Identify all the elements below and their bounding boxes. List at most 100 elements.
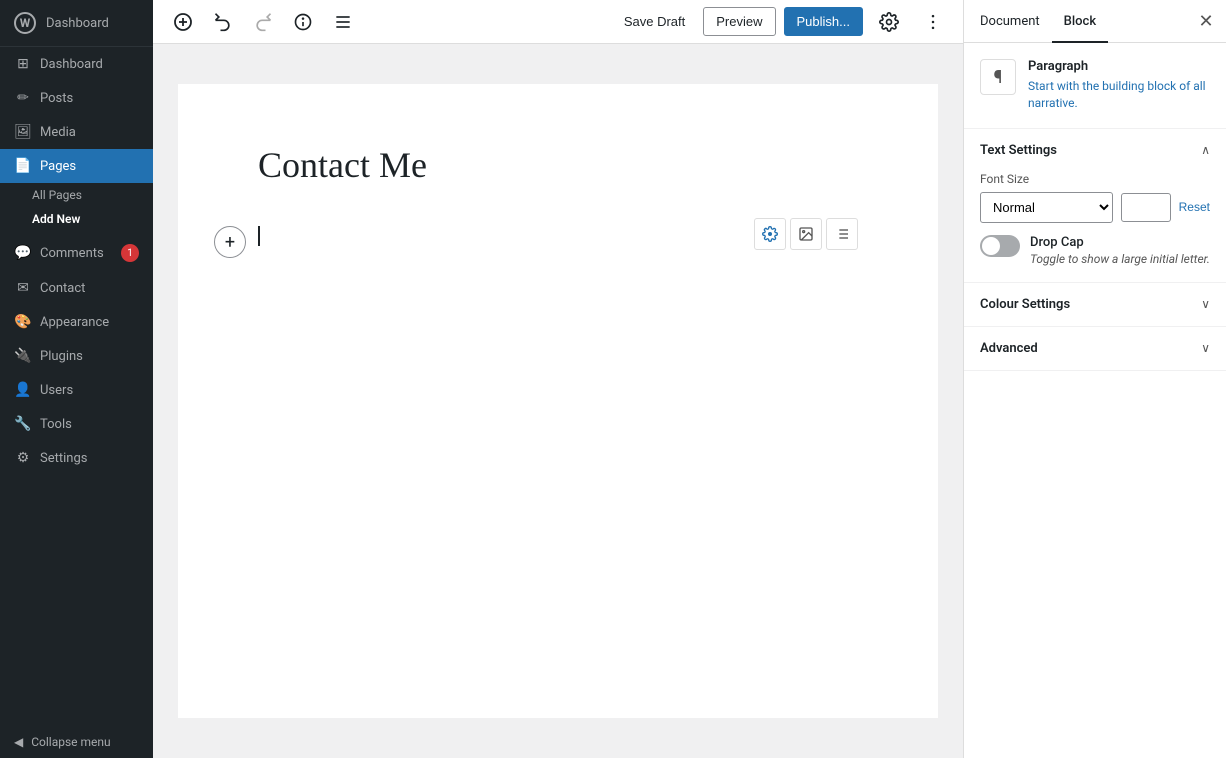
posts-icon: ✏ [14, 90, 32, 106]
sidebar-item-dashboard[interactable]: ⊞ Dashboard [0, 47, 153, 81]
comments-icon: 💬 [14, 245, 32, 261]
main-area: Save Draft Preview Publish... Contact Me… [153, 0, 963, 758]
editor-block-area: + [258, 226, 858, 346]
text-settings-title: Text Settings [980, 143, 1057, 158]
block-description: Start with the building block of all nar… [1028, 78, 1210, 112]
sidebar-item-label: Media [40, 125, 76, 140]
sidebar-item-label: Tools [40, 417, 72, 432]
advanced-header[interactable]: Advanced ∨ [964, 327, 1226, 370]
block-info-text: Paragraph Start with the building block … [1028, 59, 1210, 112]
editor-canvas: Contact Me + [178, 84, 938, 718]
block-name: Paragraph [1028, 59, 1210, 74]
font-size-reset-button[interactable]: Reset [1179, 200, 1210, 214]
wordpress-icon: W [14, 12, 36, 34]
advanced-title: Advanced [980, 341, 1038, 356]
colour-settings-header[interactable]: Colour Settings ∨ [964, 283, 1226, 326]
sidebar: W Dashboard ⊞ Dashboard ✏ Posts 🖼 Media … [0, 0, 153, 758]
tab-document[interactable]: Document [968, 0, 1052, 43]
block-settings-button[interactable] [754, 218, 786, 250]
font-size-custom-input[interactable] [1121, 193, 1171, 222]
editor-toolbar: Save Draft Preview Publish... [153, 0, 963, 44]
sidebar-item-label: Contact [40, 281, 85, 296]
sidebar-item-media[interactable]: 🖼 Media [0, 115, 153, 149]
sidebar-item-posts[interactable]: ✏ Posts [0, 81, 153, 115]
text-settings-body: Font Size Normal Small Medium Large Huge… [964, 172, 1226, 282]
toggle-knob [982, 237, 1000, 255]
text-settings-header[interactable]: Text Settings ∧ [964, 129, 1226, 172]
save-draft-button[interactable]: Save Draft [614, 8, 695, 35]
drop-cap-description: Toggle to show a large initial letter. [1030, 252, 1210, 266]
font-size-label: Font Size [980, 172, 1210, 186]
colour-settings-section: Colour Settings ∨ [964, 283, 1226, 327]
sidebar-item-label: Dashboard [40, 57, 103, 72]
drop-cap-toggle[interactable] [980, 235, 1020, 257]
drop-cap-row: Drop Cap Toggle to show a large initial … [980, 235, 1210, 266]
block-toolbar [754, 218, 858, 250]
block-list-button[interactable] [826, 218, 858, 250]
sidebar-item-label: Posts [40, 91, 73, 106]
sidebar-item-label: Plugins [40, 349, 83, 364]
sidebar-sub-add-new[interactable]: Add New [0, 207, 153, 231]
tab-block[interactable]: Block [1052, 0, 1108, 43]
sidebar-logo[interactable]: W Dashboard [0, 0, 153, 47]
pages-icon: 📄 [14, 158, 32, 174]
font-size-row: Normal Small Medium Large Huge Reset [980, 192, 1210, 223]
add-block-toolbar-button[interactable] [165, 4, 201, 40]
text-settings-section: Text Settings ∧ Font Size Normal Small M… [964, 129, 1226, 283]
sidebar-sub-all-pages[interactable]: All Pages [0, 183, 153, 207]
drop-cap-text: Drop Cap Toggle to show a large initial … [1030, 235, 1210, 266]
settings-icon: ⚙ [14, 450, 32, 466]
sidebar-item-label: Appearance [40, 315, 109, 330]
collapse-label: Collapse menu [31, 735, 110, 749]
settings-toggle-button[interactable] [871, 4, 907, 40]
right-panel: Document Block ✕ ¶ Paragraph Start with … [963, 0, 1226, 758]
panel-tabs: Document Block ✕ [964, 0, 1226, 43]
more-options-button[interactable] [915, 4, 951, 40]
undo-button[interactable] [205, 4, 241, 40]
sidebar-item-pages[interactable]: 📄 Pages [0, 149, 153, 183]
sidebar-logo-label: Dashboard [46, 16, 109, 31]
sidebar-item-label: Settings [40, 451, 87, 466]
sidebar-item-tools[interactable]: 🔧 Tools [0, 407, 153, 441]
comments-badge: 1 [121, 244, 139, 262]
sidebar-item-label: Users [40, 383, 73, 398]
sidebar-item-users[interactable]: 👤 Users [0, 373, 153, 407]
users-icon: 👤 [14, 382, 32, 398]
colour-settings-title: Colour Settings [980, 297, 1070, 312]
sidebar-item-plugins[interactable]: 🔌 Plugins [0, 339, 153, 373]
add-block-inline-button[interactable]: + [214, 226, 246, 258]
paragraph-icon: ¶ [980, 59, 1016, 95]
panel-close-button[interactable]: ✕ [1190, 5, 1222, 37]
font-size-select[interactable]: Normal Small Medium Large Huge [980, 192, 1113, 223]
block-image-button[interactable] [790, 218, 822, 250]
editor-area[interactable]: Contact Me + [153, 44, 963, 758]
sidebar-item-appearance[interactable]: 🎨 Appearance [0, 305, 153, 339]
tools-icon: 🔧 [14, 416, 32, 432]
dashboard-icon: ⊞ [14, 56, 32, 72]
block-info: ¶ Paragraph Start with the building bloc… [964, 43, 1226, 129]
sidebar-item-label: Comments [40, 246, 104, 261]
text-cursor [258, 226, 260, 246]
sidebar-item-comments[interactable]: 💬 Comments 1 [0, 235, 153, 271]
pages-submenu: All Pages Add New [0, 183, 153, 235]
appearance-icon: 🎨 [14, 314, 32, 330]
preview-button[interactable]: Preview [703, 7, 775, 36]
text-settings-chevron: ∧ [1201, 143, 1210, 157]
collapse-icon: ◀ [14, 735, 23, 749]
page-title[interactable]: Contact Me [258, 144, 858, 186]
list-view-button[interactable] [325, 4, 361, 40]
block-desc-suffix: narrative. [1028, 96, 1078, 110]
sidebar-item-label: Pages [40, 159, 76, 174]
info-button[interactable] [285, 4, 321, 40]
block-desc-prefix: Start with the building block of all [1028, 79, 1206, 93]
publish-button[interactable]: Publish... [784, 7, 863, 36]
sidebar-item-contact[interactable]: ✉ Contact [0, 271, 153, 305]
advanced-section: Advanced ∨ [964, 327, 1226, 371]
toolbar-right: Save Draft Preview Publish... [614, 4, 951, 40]
redo-button[interactable] [245, 4, 281, 40]
plugins-icon: 🔌 [14, 348, 32, 364]
sidebar-item-settings[interactable]: ⚙ Settings [0, 441, 153, 475]
colour-settings-chevron: ∨ [1201, 297, 1210, 311]
drop-cap-label: Drop Cap [1030, 235, 1210, 250]
collapse-menu-button[interactable]: ◀ Collapse menu [0, 726, 153, 758]
